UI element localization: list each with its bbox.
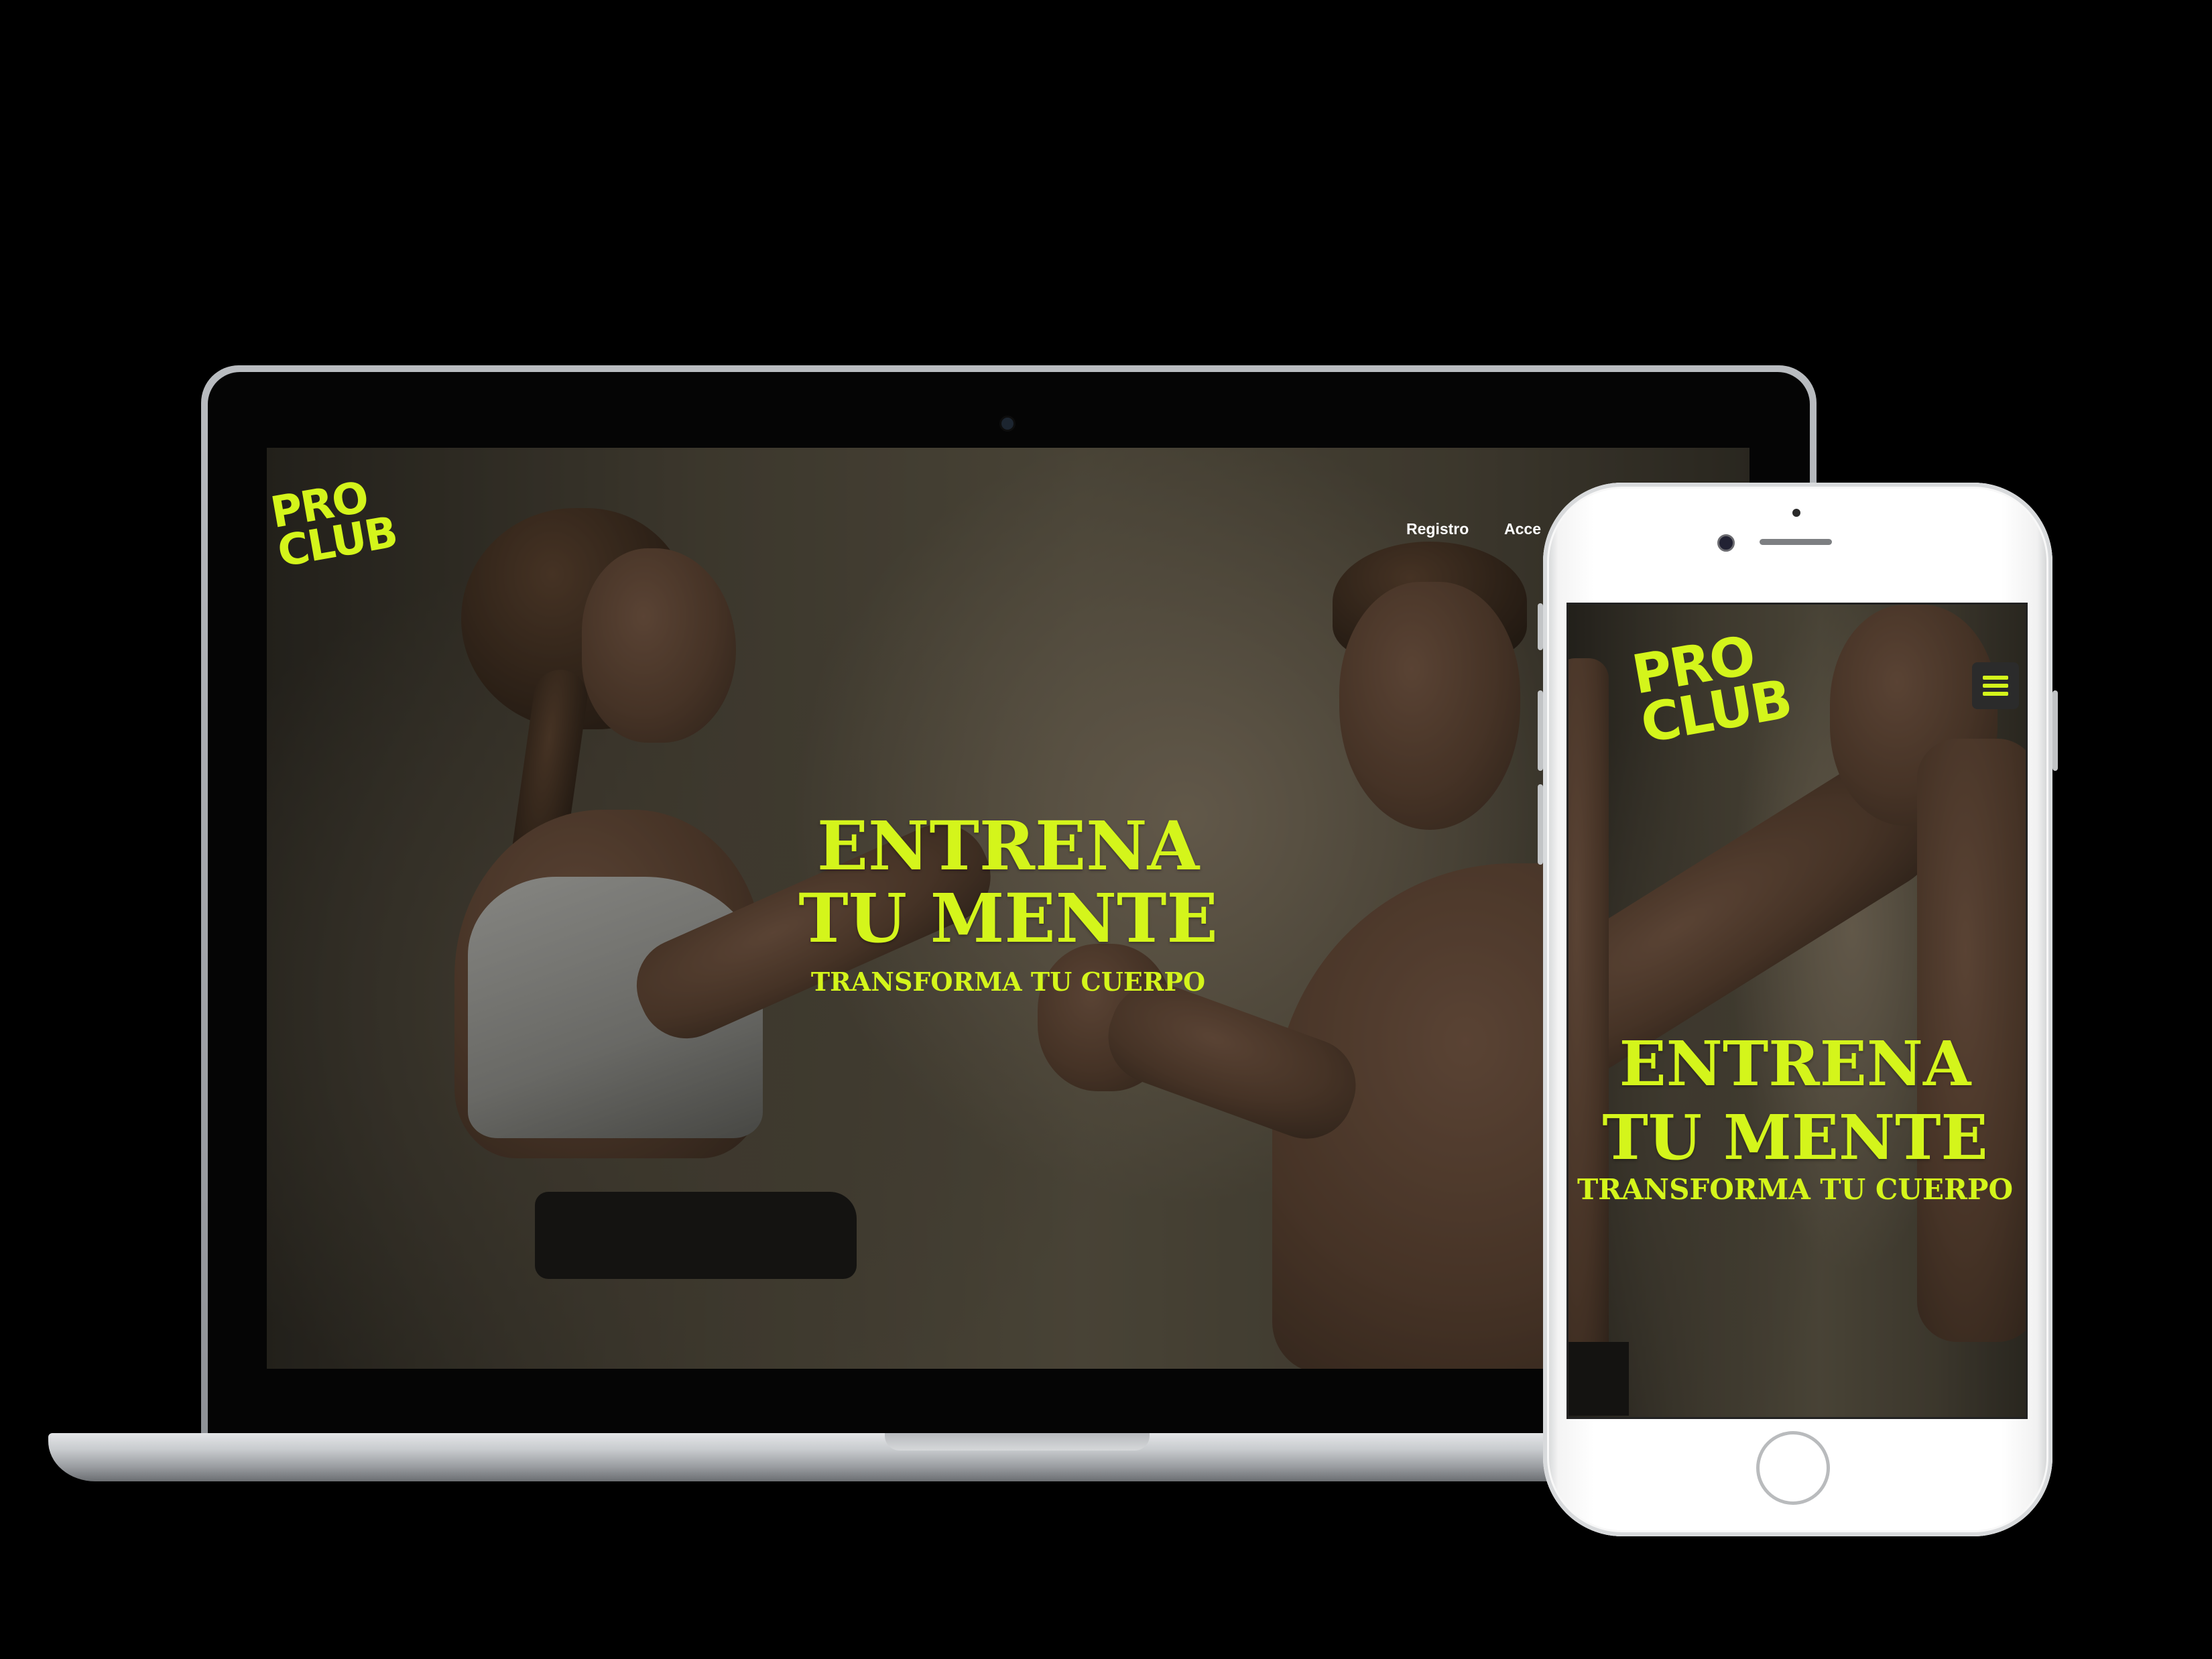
- brand-logo[interactable]: PRO CLUB: [267, 473, 401, 577]
- hero-headline: ENTRENA TU MENTE: [740, 810, 1276, 955]
- phone-speaker: [1760, 539, 1832, 545]
- phone-sensor-icon: [1792, 509, 1800, 517]
- mobile-hero-subheadline: TRANSFORMA TU CUERPO: [1577, 1173, 2014, 1206]
- hamburger-menu-button[interactable]: [1972, 662, 2019, 709]
- nav-link-acceso[interactable]: Acce: [1504, 520, 1541, 538]
- phone-volume-up: [1538, 690, 1543, 771]
- phone-camera-icon: [1717, 534, 1735, 552]
- phone-volume-down: [1538, 784, 1543, 865]
- desktop-screen: PRO CLUB Registro Acce ENTRENA TU MENTE …: [267, 448, 1749, 1369]
- hamburger-menu-icon: [1983, 676, 2008, 680]
- nav-link-registro[interactable]: Registro: [1406, 520, 1469, 538]
- phone-power-button: [2052, 690, 2058, 771]
- hero-headline-line1: ENTRENA: [816, 806, 1200, 885]
- phone-home-button[interactable]: [1756, 1431, 1830, 1505]
- mobile-brand-logo[interactable]: PRO CLUB: [1627, 624, 1795, 755]
- mobile-hero-headline-line2: TU MENTE: [1602, 1101, 1988, 1174]
- mobile-hero-headline: ENTRENA TU MENTE: [1569, 1027, 2022, 1175]
- hero-headline-line2: TU MENTE: [798, 879, 1218, 958]
- laptop-camera-icon: [999, 416, 1016, 432]
- phone-mute-switch: [1538, 603, 1543, 650]
- hero-subheadline: TRANSFORMA TU CUERPO: [810, 967, 1206, 997]
- mobile-hero-headline-line1: ENTRENA: [1619, 1028, 1971, 1100]
- laptop-trackpad-notch: [885, 1433, 1150, 1451]
- mobile-screen: PRO CLUB ENTRENA TU MENTE TRANSFORMA TU …: [1566, 603, 2028, 1419]
- mobile-hero-background-photo: [1569, 605, 2026, 1417]
